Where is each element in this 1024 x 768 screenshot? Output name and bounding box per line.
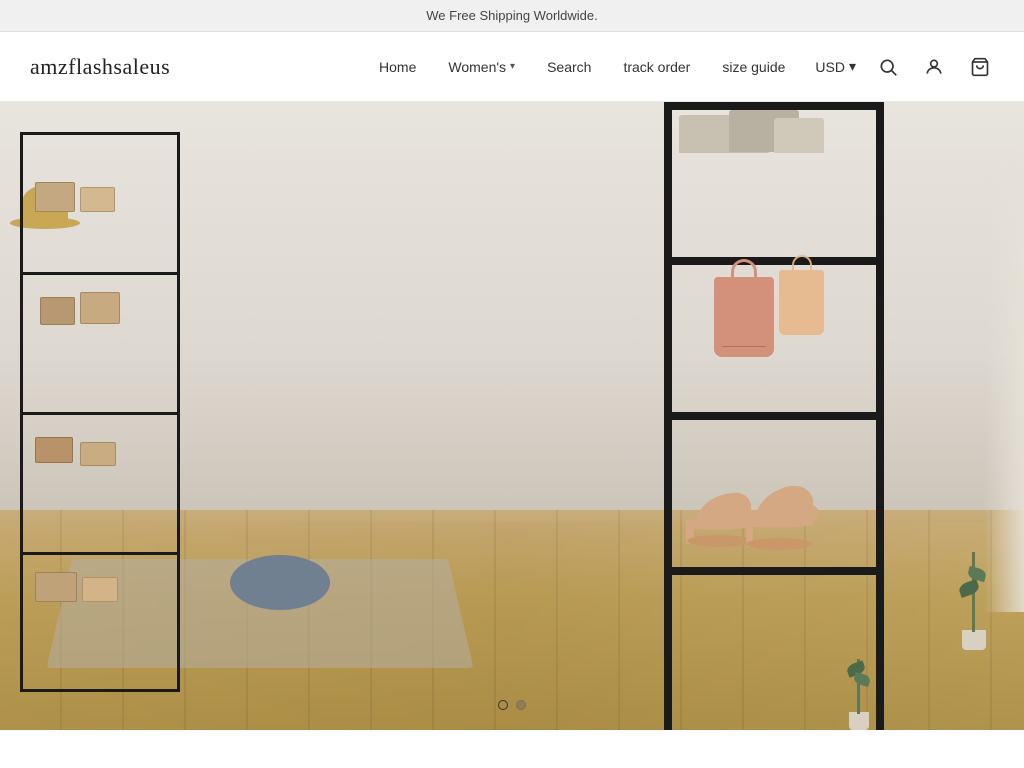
carousel-dot-1[interactable]: [498, 700, 508, 710]
announcement-bar: We Free Shipping Worldwide.: [0, 0, 1024, 32]
shelf-left-board-1: [20, 272, 180, 275]
currency-selector[interactable]: USD ▾: [815, 58, 856, 75]
shelf-left: [0, 132, 200, 712]
shelf-top-clothes: [674, 110, 874, 155]
hero-background: [0, 102, 1024, 730]
shelf-main-board-1: [664, 257, 884, 265]
nav-icons: USD ▾: [815, 53, 994, 81]
shelf-main-board-3: [664, 567, 884, 575]
currency-label: USD: [815, 59, 845, 75]
announcement-text: We Free Shipping Worldwide.: [426, 8, 598, 23]
shoe-right-svg: [741, 457, 821, 552]
shelf-left-item-2: [80, 187, 115, 212]
cloth-3: [774, 118, 824, 153]
search-icon: [878, 57, 898, 77]
bag-handle: [731, 259, 757, 281]
plant-leaf-1: [957, 579, 980, 598]
shelf-main-top: [664, 102, 884, 110]
shelf-left-item-1: [35, 182, 75, 212]
shelf-left-item-6: [80, 442, 116, 466]
carousel-dot-2[interactable]: [516, 700, 526, 710]
logo[interactable]: amzflashsaleus: [30, 54, 170, 80]
bag-handle-2: [792, 255, 812, 272]
header: amzflashsaleus Home Women's ▾ Search tra…: [0, 32, 1024, 102]
bag-detail: [722, 346, 766, 347]
plant-in-shelf: [844, 650, 874, 730]
shoes-display: [676, 427, 872, 557]
right-mannequin: [984, 162, 1024, 612]
hero-section: [0, 102, 1024, 730]
nav-links: Home Women's ▾ Search track order size g…: [379, 59, 785, 75]
account-icon: [924, 57, 944, 77]
carousel-dots: [498, 700, 526, 710]
cart-button[interactable]: [966, 53, 994, 81]
shelf-left-board-2: [20, 412, 180, 415]
nav-track-order[interactable]: track order: [623, 59, 690, 75]
nav-size-guide[interactable]: size guide: [722, 59, 785, 75]
ottoman: [230, 555, 330, 610]
shelf-main-board-2: [664, 412, 884, 420]
bag-display: [714, 277, 774, 357]
shelf-left-item-5: [35, 437, 73, 463]
shelf-left-board-4: [20, 132, 180, 135]
shelf-left-item-7: [35, 572, 77, 602]
shelf-main: [664, 102, 884, 730]
search-button[interactable]: [874, 53, 902, 81]
nav-womens-label: Women's: [448, 59, 506, 75]
nav-search[interactable]: Search: [547, 59, 591, 75]
currency-chevron-icon: ▾: [849, 58, 856, 75]
shelf-left-item-4: [80, 292, 120, 324]
plant-pot: [962, 630, 986, 650]
bag-display-2: [779, 270, 824, 335]
nav-womens-dropdown[interactable]: Women's ▾: [448, 59, 515, 75]
shelf-left-board-3: [20, 552, 180, 555]
womens-chevron-icon: ▾: [510, 61, 515, 72]
shelf-left-item-3: [40, 297, 75, 325]
cart-icon: [970, 57, 990, 77]
shelf-left-item-8: [82, 577, 118, 602]
account-button[interactable]: [920, 53, 948, 81]
nav-home[interactable]: Home: [379, 59, 416, 75]
